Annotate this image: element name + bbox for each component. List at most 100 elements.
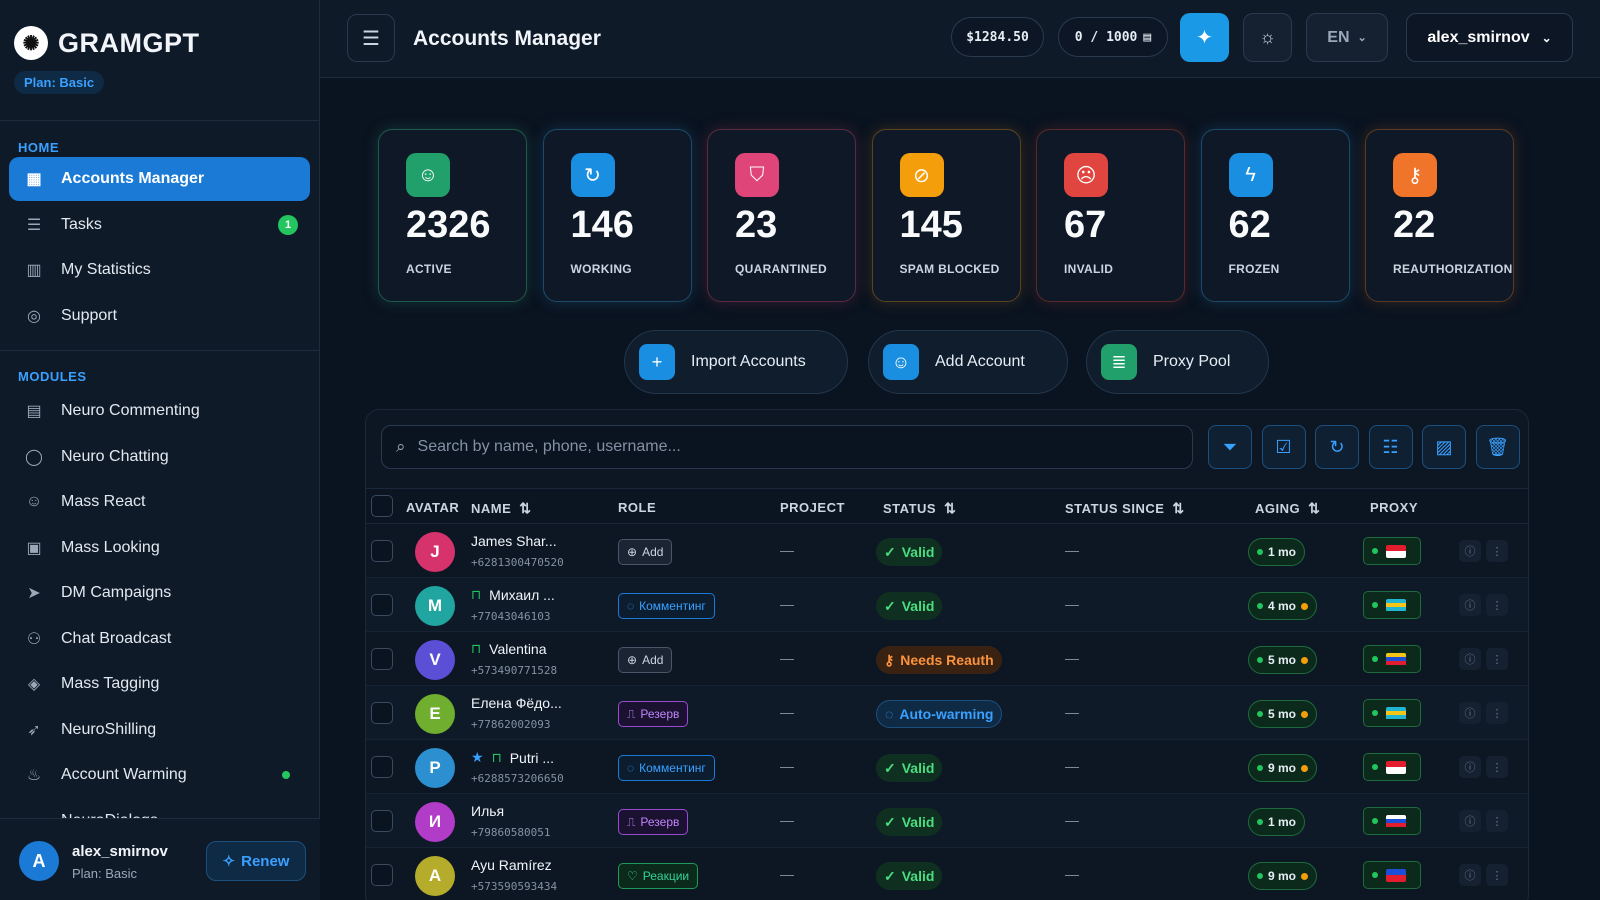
sidebar-item-neuro-chatting[interactable]: ◯ Neuro Chatting [9, 435, 310, 479]
row-checkbox[interactable] [371, 756, 393, 778]
row-menu-button[interactable]: ⋮ [1486, 702, 1508, 724]
row-checkbox[interactable] [371, 702, 393, 724]
info-button[interactable]: ⓘ [1459, 540, 1481, 562]
proxy-pool-button[interactable]: ≣ Proxy Pool [1086, 330, 1269, 394]
role-tag[interactable]: ⊕ Add [618, 539, 673, 565]
trash-button[interactable]: 🗑 [1475, 425, 1520, 469]
avatar[interactable]: E [415, 694, 455, 734]
sort-icon[interactable]: ⇅ [1172, 500, 1184, 517]
sidebar-item-dm-campaigns[interactable]: ➤ DM Campaigns [9, 571, 310, 615]
proxy-badge[interactable] [1363, 537, 1421, 565]
role-tag[interactable]: ⊕ Add [618, 647, 673, 673]
row-checkbox[interactable] [371, 810, 393, 832]
col-name[interactable]: NAME ⇅ [471, 500, 532, 517]
sliders-button[interactable]: ☷ [1368, 425, 1413, 469]
sidebar-item-mass-tagging[interactable]: ◈ Mass Tagging [9, 662, 310, 706]
row-checkbox[interactable] [371, 540, 393, 562]
sidebar-item-chat-broadcast[interactable]: ⚇ Chat Broadcast [9, 617, 310, 661]
table-row[interactable]: J James Shar... +6281300470520 ⊕ Add — ✓… [366, 524, 1528, 578]
stat-card-spam-blocked[interactable]: ⊘ 145 SPAM BLOCKED [871, 129, 1021, 302]
proxy-badge[interactable] [1363, 753, 1421, 781]
col-aging[interactable]: AGING ⇅ [1255, 500, 1320, 517]
sidebar-item-neurodialogs[interactable]: ▭ NeuroDialogs [9, 799, 310, 819]
info-button[interactable]: ⓘ [1459, 648, 1481, 670]
table-row[interactable]: P ★ ⊓ Putri ... +6288573206650 ◌ Коммент… [366, 740, 1528, 794]
renew-button[interactable]: ✧ Renew [206, 841, 306, 881]
account-name[interactable]: Ayu Ramírez [471, 857, 552, 873]
add-account-button[interactable]: ☺ Add Account [868, 330, 1068, 394]
info-button[interactable]: ⓘ [1459, 810, 1481, 832]
role-tag[interactable]: ⎍ Резерв [618, 809, 689, 835]
sort-icon[interactable]: ⇅ [519, 500, 531, 517]
account-name[interactable]: James Shar... [471, 533, 557, 549]
ai-sparkle-button[interactable]: ✦ [1180, 13, 1229, 62]
filter-button[interactable]: ⏷ [1208, 425, 1252, 469]
avatar[interactable]: J [415, 532, 455, 572]
search-input[interactable] [417, 438, 1158, 456]
image-button[interactable]: ▨ [1422, 425, 1466, 469]
proxy-badge[interactable] [1363, 861, 1421, 889]
sidebar-item-account-warming[interactable]: ♨ Account Warming [9, 753, 310, 797]
row-menu-button[interactable]: ⋮ [1486, 756, 1508, 778]
stat-card-reauthorization[interactable]: ⚷ 22 REAUTHORIZATION [1365, 129, 1514, 302]
avatar[interactable]: P [415, 748, 455, 788]
row-menu-button[interactable]: ⋮ [1486, 594, 1508, 616]
proxy-badge[interactable] [1363, 807, 1421, 835]
proxy-badge[interactable] [1363, 591, 1421, 619]
table-row[interactable]: И Илья +79860580051 ⎍ Резерв — ✓ Valid —… [366, 794, 1528, 848]
sort-icon[interactable]: ⇅ [1308, 500, 1320, 517]
stat-card-active[interactable]: ☺ 2326 ACTIVE [378, 129, 527, 302]
account-name[interactable]: ⊓ Valentina [471, 641, 547, 657]
sidebar-item-neuroshilling[interactable]: ➶ NeuroShilling [9, 708, 310, 752]
check-square-button[interactable]: ☑ [1261, 425, 1306, 469]
account-name[interactable]: ★ ⊓ Putri ... [471, 749, 554, 766]
table-row[interactable]: V ⊓ Valentina +573490771528 ⊕ Add — ⚷ Ne… [366, 632, 1528, 686]
proxy-badge[interactable] [1363, 699, 1421, 727]
account-name[interactable]: Елена Фёдо... [471, 695, 562, 711]
stat-card-frozen[interactable]: ϟ 62 FROZEN [1200, 129, 1350, 302]
col-status[interactable]: STATUS ⇅ [883, 500, 956, 517]
sidebar-item-neuro-commenting[interactable]: ▤ Neuro Commenting [9, 389, 310, 433]
sidebar-item-mass-react[interactable]: ☺ Mass React [9, 480, 310, 524]
avatar[interactable]: A [415, 856, 455, 896]
language-select[interactable]: EN ⌄ [1306, 13, 1388, 62]
role-tag[interactable]: ◌ Комментинг [618, 755, 715, 781]
avatar[interactable]: И [415, 802, 455, 842]
table-row[interactable]: E Елена Фёдо... +77862002093 ⎍ Резерв — … [366, 686, 1528, 740]
row-menu-button[interactable]: ⋮ [1486, 864, 1508, 886]
row-checkbox[interactable] [371, 864, 393, 886]
balance-badge[interactable]: $1284.50 [951, 17, 1044, 57]
row-menu-button[interactable]: ⋮ [1486, 810, 1508, 832]
sort-icon[interactable]: ⇅ [944, 500, 956, 517]
avatar[interactable]: A [19, 841, 59, 881]
avatar[interactable]: M [415, 586, 455, 626]
role-tag[interactable]: ♡ Реакции [618, 863, 699, 889]
import-accounts-button[interactable]: + Import Accounts [624, 330, 848, 394]
table-row[interactable]: A Ayu Ramírez +573590593434 ♡ Реакции — … [366, 848, 1528, 900]
proxy-badge[interactable] [1363, 645, 1421, 673]
info-button[interactable]: ⓘ [1459, 864, 1481, 886]
col-status-since[interactable]: STATUS SINCE ⇅ [1065, 500, 1185, 517]
role-tag[interactable]: ⎍ Резерв [618, 701, 689, 727]
select-all-checkbox[interactable] [371, 495, 393, 517]
table-row[interactable]: M ⊓ Михаил ... +77043046103 ◌ Комментинг… [366, 578, 1528, 632]
role-tag[interactable]: ◌ Комментинг [618, 593, 715, 619]
row-checkbox[interactable] [371, 648, 393, 670]
menu-toggle-button[interactable]: ☰ [347, 14, 395, 62]
search-bar[interactable]: ⌕ [381, 425, 1193, 469]
user-menu-button[interactable]: alex_smirnov ⌄ [1406, 13, 1573, 62]
info-button[interactable]: ⓘ [1459, 594, 1481, 616]
theme-toggle-button[interactable]: ☼ [1243, 13, 1292, 62]
account-name[interactable]: Илья [471, 803, 504, 819]
account-name[interactable]: ⊓ Михаил ... [471, 587, 555, 603]
stat-card-invalid[interactable]: ☹ 67 INVALID [1036, 129, 1185, 302]
stat-card-working[interactable]: ↻ 146 WORKING [542, 129, 692, 302]
sidebar-item-mass-looking[interactable]: ▣ Mass Looking [9, 526, 310, 570]
avatar[interactable]: V [415, 640, 455, 680]
info-button[interactable]: ⓘ [1459, 756, 1481, 778]
info-button[interactable]: ⓘ [1459, 702, 1481, 724]
refresh-button[interactable]: ↻ [1315, 425, 1359, 469]
row-menu-button[interactable]: ⋮ [1486, 648, 1508, 670]
row-checkbox[interactable] [371, 594, 393, 616]
row-menu-button[interactable]: ⋮ [1486, 540, 1508, 562]
